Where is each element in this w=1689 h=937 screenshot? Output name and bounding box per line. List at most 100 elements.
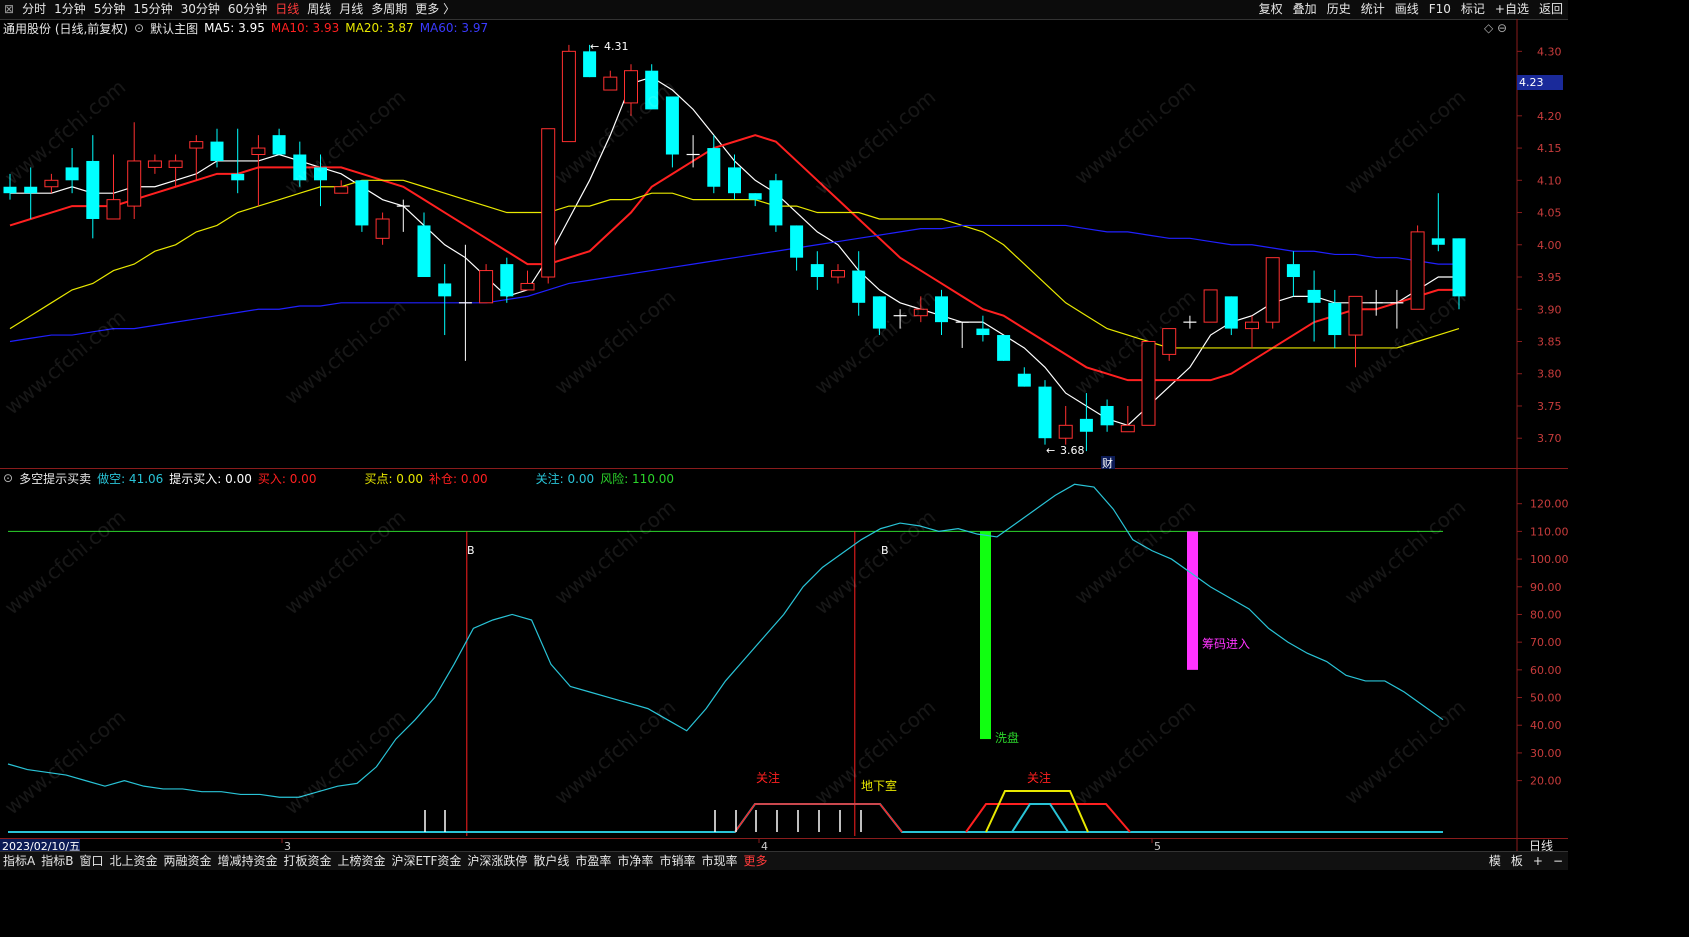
template-button[interactable]: 模 [1484, 852, 1506, 870]
ma5-line [10, 76, 1459, 426]
candlestick [86, 135, 100, 239]
price-tick-label: 4.30 [1537, 45, 1562, 58]
tab-pcf[interactable]: 市现率 [698, 852, 740, 870]
candlestick [769, 173, 783, 232]
candlestick [65, 148, 79, 194]
candlestick [665, 96, 679, 168]
tab-toplist-funds[interactable]: 上榜资金 [335, 852, 389, 870]
tab-indicator-a[interactable]: 指标A [0, 852, 38, 870]
candle-body [314, 167, 327, 181]
candle-body [541, 128, 556, 278]
candlestick [127, 122, 142, 219]
candle-body [997, 335, 1011, 361]
candle-body [1348, 295, 1363, 336]
low-marker-label: 3.68 [1060, 444, 1085, 457]
tab-pe[interactable]: 市盈率 [572, 852, 614, 870]
candlestick [1348, 295, 1363, 368]
indicator-tick-label: 60.00 [1530, 664, 1562, 677]
tab-limitup-funds[interactable]: 打板资金 [281, 852, 335, 870]
attention-trace-2-red [965, 803, 1131, 833]
zoom-out-button[interactable]: − [1548, 852, 1568, 870]
candle-body [147, 160, 162, 168]
price-tick-label: 4.10 [1537, 174, 1562, 187]
indicator-tick-label: 20.00 [1530, 775, 1562, 788]
candle-body [831, 270, 845, 278]
tab-etf-funds[interactable]: 沪深ETF资金 [389, 852, 465, 870]
candle-body [231, 173, 245, 181]
candle-body [1141, 340, 1156, 426]
candlestick [1286, 251, 1300, 297]
tab-limit-stats[interactable]: 沪深涨跌停 [464, 852, 530, 870]
finance-event-label: 财 [1102, 456, 1113, 470]
candlestick [1038, 380, 1052, 445]
candlestick [520, 270, 535, 291]
current-price-label: 4.23 [1519, 76, 1544, 89]
candlestick [251, 135, 266, 207]
indicator-tick-label: 110.00 [1530, 525, 1568, 538]
candlesticks [3, 44, 1466, 452]
candlestick [1410, 225, 1425, 310]
tab-margin[interactable]: 两融资金 [160, 852, 214, 870]
indicator-tick-label: 70.00 [1530, 636, 1562, 649]
candlestick [438, 264, 452, 336]
indicator-tick-label: 120.00 [1530, 498, 1568, 511]
candle-body [24, 186, 38, 194]
candle-body [334, 186, 349, 194]
candlestick [541, 128, 556, 284]
candle-body [1328, 302, 1342, 336]
candlestick [44, 173, 59, 194]
tab-northbound[interactable]: 北上资金 [106, 852, 160, 870]
candlestick [976, 315, 990, 342]
tab-holding-change[interactable]: 增减持资金 [215, 852, 281, 870]
candlestick [1328, 289, 1342, 348]
indicator-axis: 120.00 110.00 100.00 90.00 80.00 70.00 60.00 50… [1517, 498, 1568, 788]
candle-body [728, 167, 741, 194]
chip-signal-label: 筹码进入 [1202, 637, 1250, 651]
candle-body [500, 264, 514, 297]
zoom-in-button[interactable]: + [1528, 852, 1548, 870]
candle-body [748, 193, 762, 200]
tab-pb[interactable]: 市净率 [614, 852, 656, 870]
board-button[interactable]: 板 [1506, 852, 1528, 870]
candlestick [1079, 393, 1093, 452]
tab-indicator-b[interactable]: 指标B [38, 852, 76, 870]
candlestick [561, 44, 576, 143]
candle-body [1224, 296, 1238, 329]
tab-more[interactable]: 更多 [740, 852, 770, 870]
indicator-pane [7, 483, 1444, 836]
candlestick [334, 180, 349, 194]
candle-body [251, 147, 266, 156]
candlestick [913, 296, 928, 323]
candlestick [603, 70, 618, 91]
attention-trace-2 [1011, 803, 1069, 833]
candlestick [1245, 315, 1259, 348]
candlestick [3, 173, 17, 200]
candlestick [106, 154, 121, 220]
candlestick [293, 141, 307, 187]
candlestick [1183, 315, 1197, 329]
candle-body [913, 308, 928, 317]
price-tick-label: 4.15 [1537, 142, 1562, 155]
price-tick-label: 3.90 [1537, 303, 1562, 316]
price-tick-label: 3.70 [1537, 432, 1562, 445]
candle-body [1307, 289, 1321, 303]
candle-body [872, 296, 886, 329]
kline-chart[interactable]: 4.304.254.204.154.104.054.003.953.903.85… [0, 0, 1568, 870]
tab-retail-line[interactable]: 散户线 [530, 852, 572, 870]
attention-trace [8, 803, 1443, 833]
moving-average-lines [9, 76, 1460, 426]
candle-body [44, 179, 59, 188]
candlestick [1120, 405, 1135, 433]
basement-label: 地下室 [861, 778, 897, 793]
candlestick [1017, 367, 1031, 387]
basement-trace [985, 790, 1089, 833]
tab-window[interactable]: 窗口 [76, 852, 106, 870]
wash-signal-label: 洗盘 [995, 730, 1019, 745]
candle-body [1203, 289, 1218, 323]
candle-body [355, 180, 369, 226]
candlestick [748, 193, 762, 207]
tab-ps[interactable]: 市销率 [656, 852, 698, 870]
candle-body [645, 70, 659, 110]
candlestick [624, 64, 638, 116]
price-tick-label: 3.95 [1537, 271, 1562, 284]
